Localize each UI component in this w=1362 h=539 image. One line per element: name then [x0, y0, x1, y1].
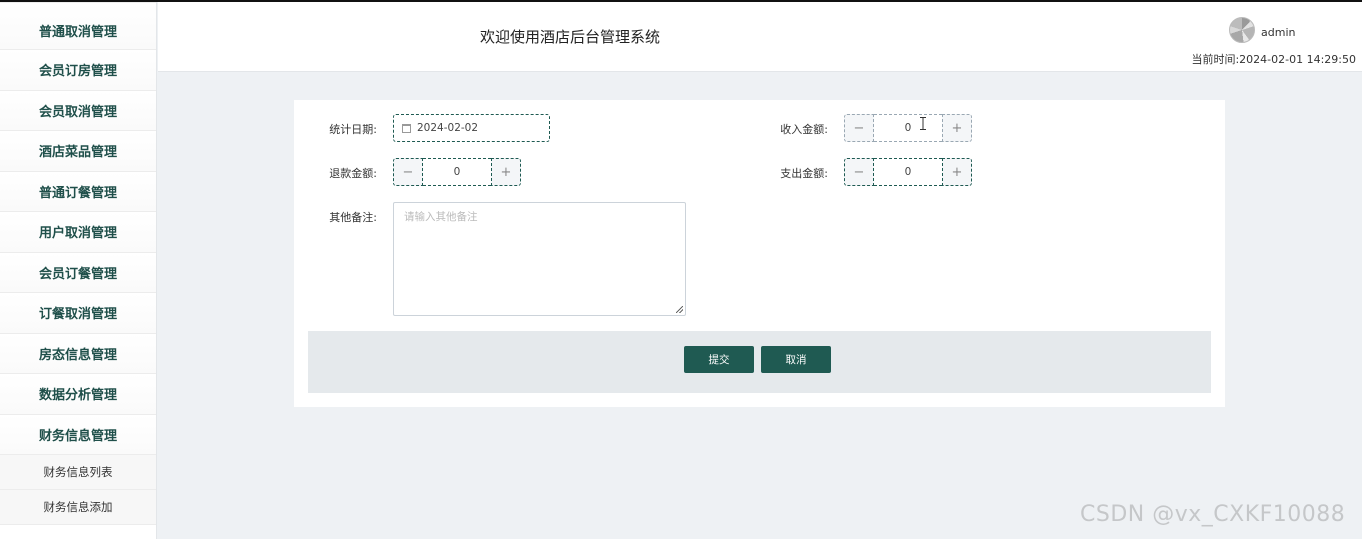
- sidebar-item-finance[interactable]: 财务信息管理: [0, 414, 156, 455]
- resize-grip-icon[interactable]: [676, 306, 683, 313]
- refund-decrement-button[interactable]: −: [393, 158, 423, 186]
- income-stepper[interactable]: − 0 +: [844, 114, 972, 142]
- income-input[interactable]: 0: [874, 114, 942, 142]
- sidebar-item-label: 会员订餐管理: [38, 266, 117, 282]
- page-title: 欢迎使用酒店后台管理系统: [480, 28, 661, 46]
- sidebar-item-member-cancel[interactable]: 会员取消管理: [0, 90, 156, 131]
- expense-input[interactable]: 0: [874, 158, 942, 186]
- income-decrement-button[interactable]: −: [844, 114, 874, 142]
- income-increment-button[interactable]: +: [942, 114, 972, 142]
- sidebar-subitem-finance-add[interactable]: 财务信息添加: [0, 490, 156, 525]
- sidebar-item-member-room-booking[interactable]: 会员订房管理: [0, 50, 156, 91]
- notes-placeholder: 请输入其他备注: [404, 211, 478, 223]
- sidebar-subitem-finance-list[interactable]: 财务信息列表: [0, 455, 156, 490]
- sidebar-item-data-analysis[interactable]: 数据分析管理: [0, 374, 156, 415]
- current-time-label: 当前时间:: [1191, 53, 1240, 66]
- sidebar-item-normal-cancel[interactable]: 普通取消管理: [0, 2, 156, 50]
- username[interactable]: admin: [1261, 26, 1295, 39]
- refund-increment-button[interactable]: +: [491, 158, 521, 186]
- sidebar-item-label: 财务信息管理: [38, 428, 117, 444]
- watermark: CSDN @vx_CXKF10088: [1080, 502, 1346, 527]
- form-actions-bar: 提交 取消: [308, 331, 1211, 393]
- expense-decrement-button[interactable]: −: [844, 158, 874, 186]
- finance-form-card: 统计日期: 2024-02-02 收入金额: − 0 + 退款金额: − 0 +…: [294, 100, 1225, 407]
- expense-increment-button[interactable]: +: [942, 158, 972, 186]
- sidebar-item-label: 用户取消管理: [38, 226, 117, 242]
- notes-label: 其他备注:: [329, 211, 377, 224]
- sidebar-subitem-label: 财务信息添加: [43, 500, 113, 514]
- sidebar-item-label: 订餐取消管理: [38, 307, 117, 323]
- expense-stepper[interactable]: − 0 +: [844, 158, 972, 186]
- notes-textarea[interactable]: 请输入其他备注: [393, 202, 686, 316]
- sidebar-item-meal-cancel[interactable]: 订餐取消管理: [0, 293, 156, 334]
- sidebar-item-hotel-dishes[interactable]: 酒店菜品管理: [0, 131, 156, 172]
- stat-date-label: 统计日期:: [329, 123, 377, 136]
- sidebar-item-label: 普通取消管理: [38, 24, 117, 40]
- sidebar-item-label: 数据分析管理: [38, 388, 117, 404]
- refund-label: 退款金额:: [329, 167, 377, 180]
- sidebar-item-label: 会员订房管理: [38, 64, 117, 80]
- current-time-value: 2024-02-01 14:29:50: [1239, 53, 1356, 66]
- refund-stepper[interactable]: − 0 +: [393, 158, 521, 186]
- refund-input[interactable]: 0: [423, 158, 491, 186]
- cancel-button[interactable]: 取消: [761, 346, 831, 373]
- sidebar-item-room-status[interactable]: 房态信息管理: [0, 333, 156, 374]
- sidebar-item-normal-meal-order[interactable]: 普通订餐管理: [0, 171, 156, 212]
- sidebar-subitem-label: 财务信息列表: [43, 465, 113, 479]
- submit-button[interactable]: 提交: [684, 346, 754, 373]
- calendar-icon: [402, 123, 411, 133]
- stat-date-picker[interactable]: 2024-02-02: [393, 114, 550, 142]
- sidebar-item-member-meal-order[interactable]: 会员订餐管理: [0, 252, 156, 293]
- sidebar-item-label: 会员取消管理: [38, 104, 117, 120]
- sidebar-item-label: 房态信息管理: [38, 347, 117, 363]
- header: 欢迎使用酒店后台管理系统 admin 当前时间:2024-02-01 14:29…: [158, 2, 1362, 72]
- current-time: 当前时间:2024-02-01 14:29:50: [1191, 51, 1356, 67]
- sidebar-item-label: 酒店菜品管理: [38, 145, 117, 161]
- sidebar-item-label: 普通订餐管理: [38, 185, 117, 201]
- sidebar: 普通取消管理 会员订房管理 会员取消管理 酒店菜品管理 普通订餐管理 用户取消管…: [0, 2, 157, 539]
- expense-label: 支出金额:: [780, 167, 828, 180]
- text-cursor-icon: [920, 117, 926, 130]
- stat-date-value: 2024-02-02: [417, 122, 479, 134]
- income-label: 收入金额:: [780, 123, 828, 136]
- sidebar-item-user-cancel[interactable]: 用户取消管理: [0, 212, 156, 253]
- avatar[interactable]: [1229, 17, 1255, 43]
